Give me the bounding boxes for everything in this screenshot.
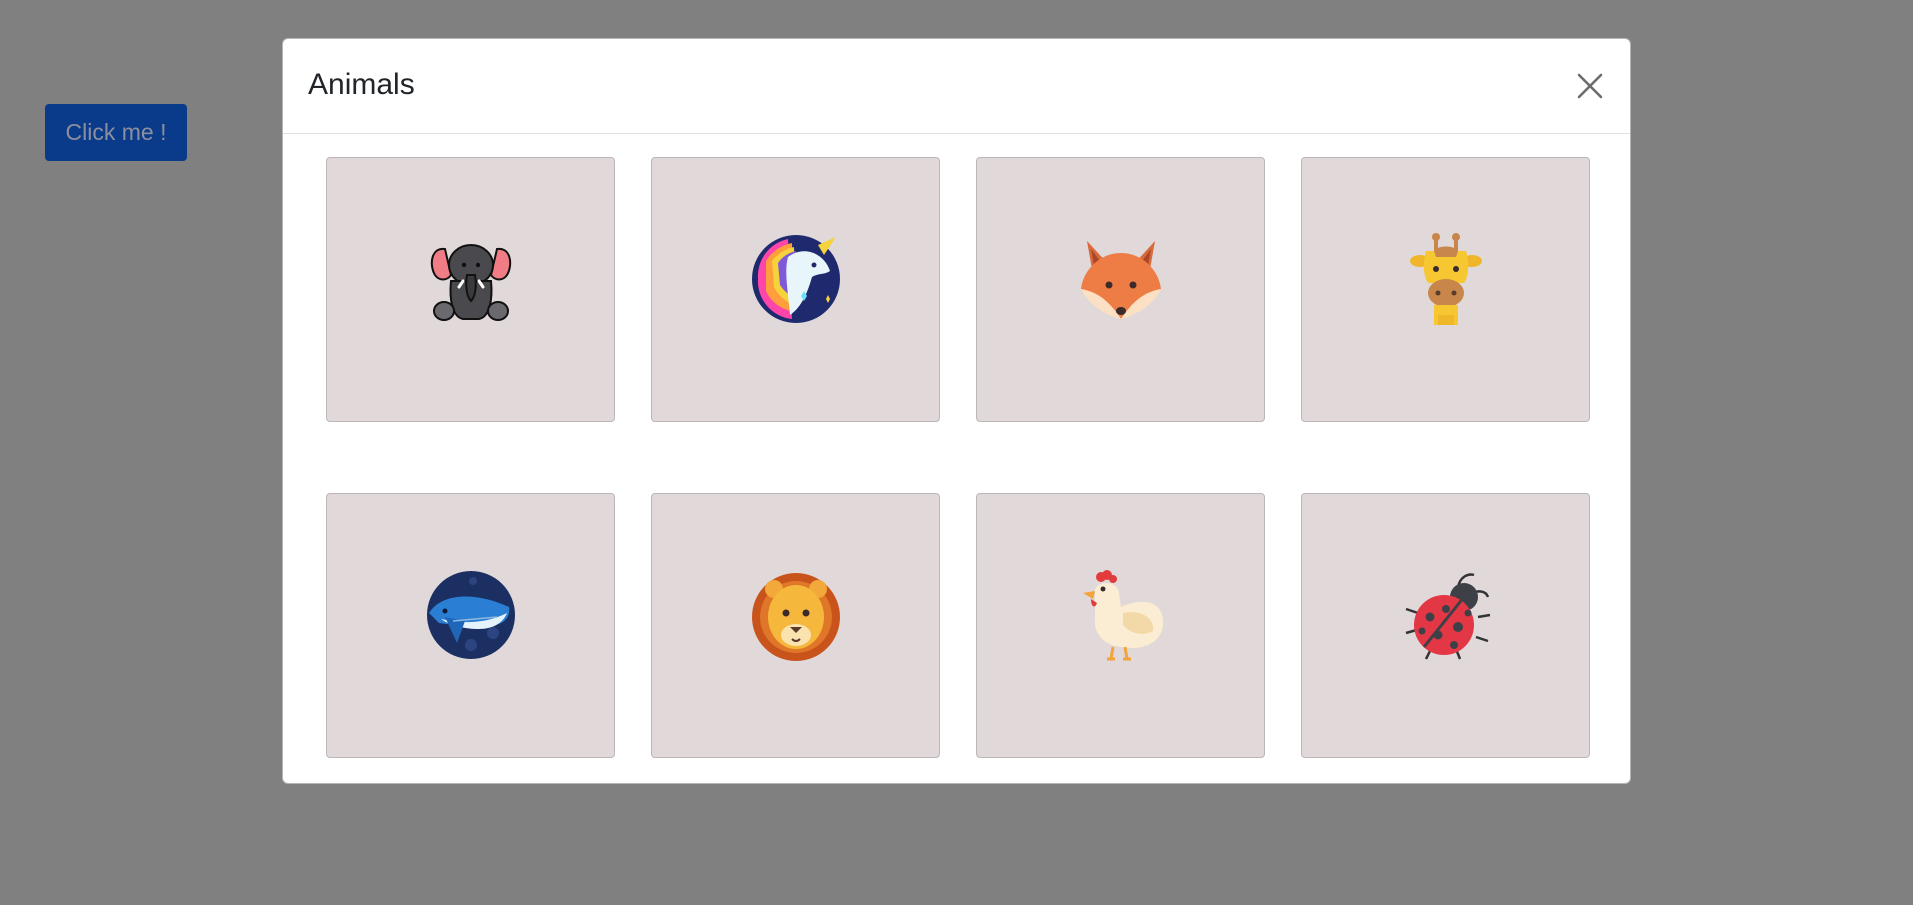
- elephant-icon: [423, 231, 519, 327]
- animal-card-lion[interactable]: [651, 493, 940, 758]
- fox-icon: [1073, 231, 1169, 327]
- modal-title: Animals: [308, 68, 415, 101]
- animal-card-giraffe[interactable]: [1301, 157, 1590, 422]
- animal-card-ladybug[interactable]: [1301, 493, 1590, 758]
- lion-icon: [748, 567, 844, 663]
- close-icon: [1577, 73, 1603, 99]
- unicorn-icon: [748, 231, 844, 327]
- animals-modal: Animals: [282, 38, 1631, 784]
- animal-card-whale[interactable]: [326, 493, 615, 758]
- giraffe-icon: [1398, 231, 1494, 327]
- modal-header: Animals: [283, 39, 1630, 134]
- chicken-icon: [1073, 567, 1169, 663]
- animal-card-chicken[interactable]: [976, 493, 1265, 758]
- click-me-button[interactable]: Click me !: [45, 104, 187, 161]
- animal-card-fox[interactable]: [976, 157, 1265, 422]
- close-button[interactable]: [1574, 70, 1606, 102]
- animal-card-unicorn[interactable]: [651, 157, 940, 422]
- animal-grid: [326, 157, 1590, 758]
- ladybug-icon: [1398, 567, 1494, 663]
- whale-icon: [423, 567, 519, 663]
- animal-card-elephant[interactable]: [326, 157, 615, 422]
